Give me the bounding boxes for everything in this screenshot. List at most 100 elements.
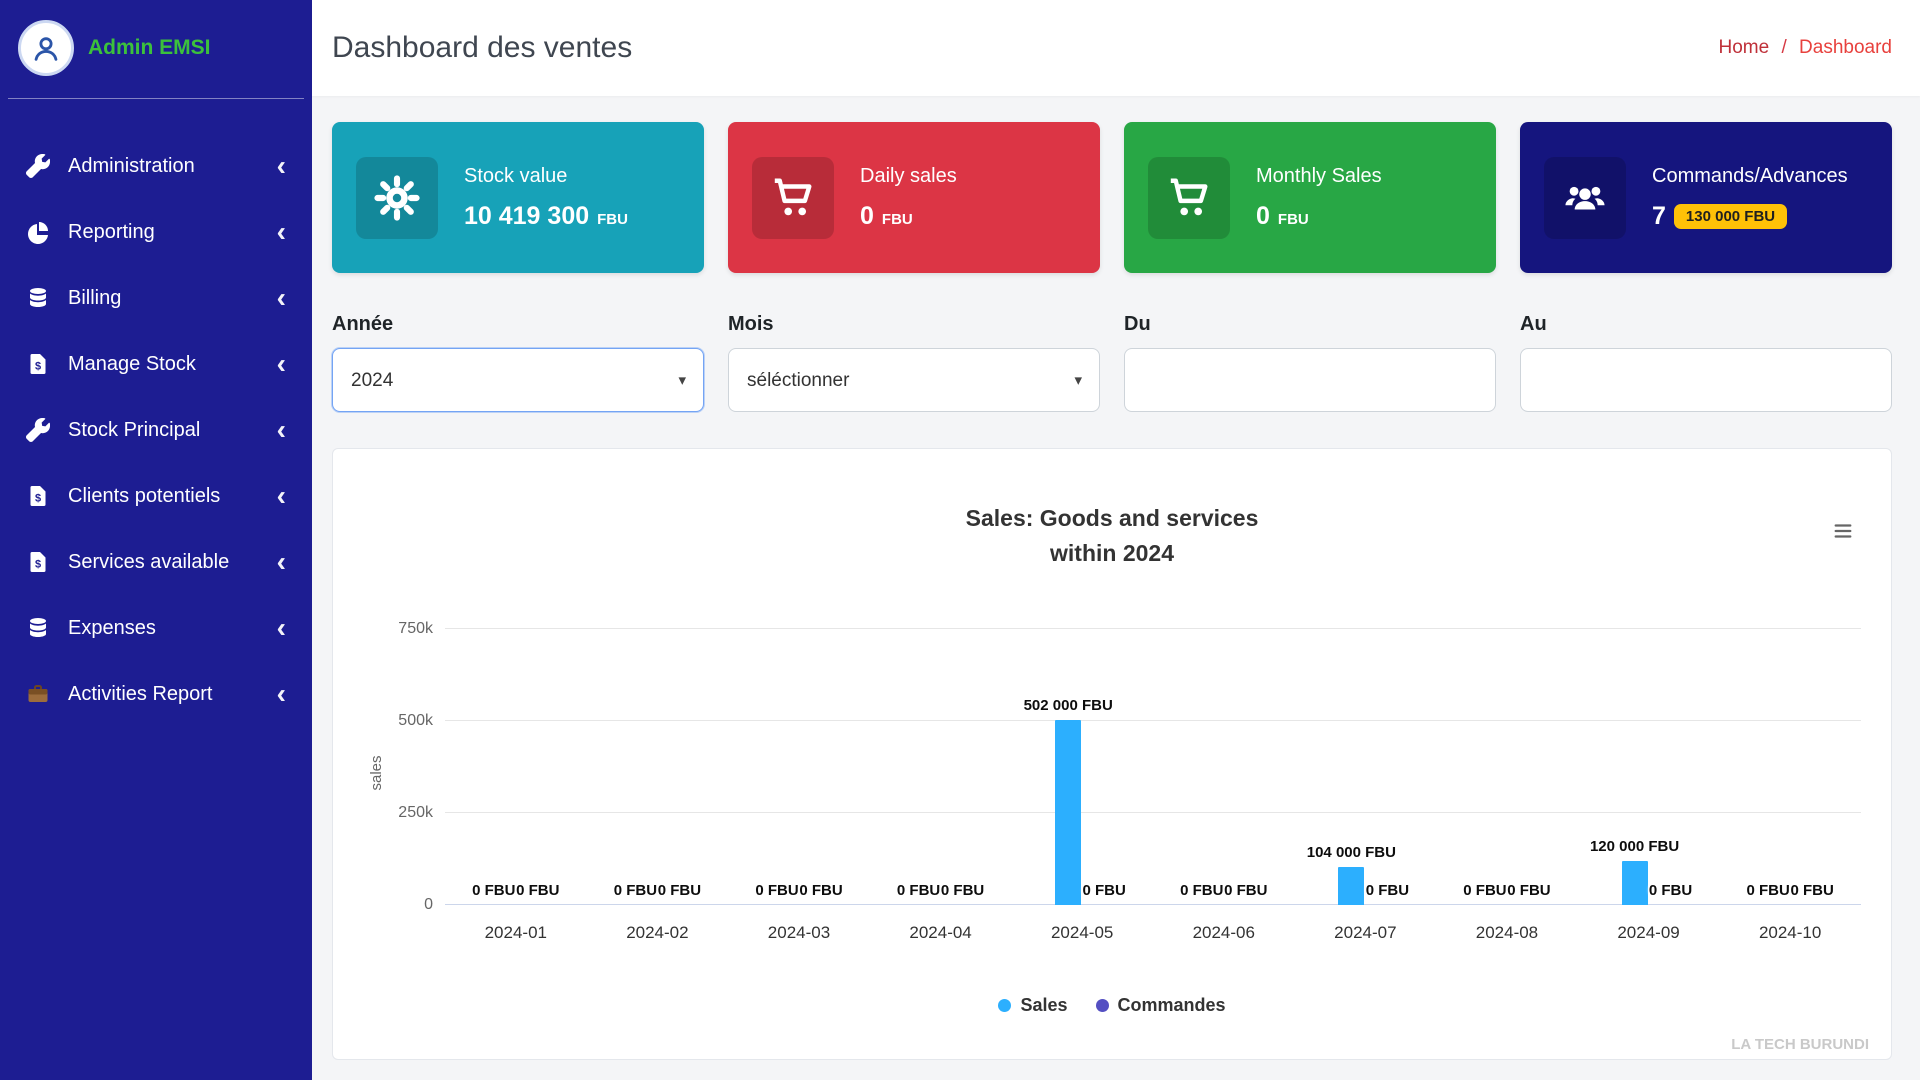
sales-bar[interactable]: [1622, 861, 1648, 905]
chevron-left-icon: ‹: [277, 548, 286, 576]
stat-cards-row: Stock value 10 419 300 FBU Daily sales 0…: [332, 122, 1892, 273]
commandes-data-label: 0 FBU: [1507, 882, 1550, 899]
annee-select-control[interactable]: 2024: [332, 348, 704, 412]
card-body: Commands/Advances 7 130 000 FBU: [1652, 165, 1848, 231]
tools-icon: [26, 418, 50, 442]
chart-column-2024-07: 104 000 FBU0 FBU: [1295, 629, 1437, 905]
sidebar-item-expenses[interactable]: Expenses ‹: [0, 595, 312, 661]
au-date-input[interactable]: [1520, 348, 1892, 412]
card-body: Monthly Sales 0 FBU: [1256, 165, 1382, 231]
avatar: [18, 20, 74, 76]
x-axis-label: 2024-05: [1011, 923, 1153, 943]
sales-bar[interactable]: [1055, 720, 1081, 905]
card-title: Daily sales: [860, 165, 957, 188]
chevron-left-icon: ‹: [277, 218, 286, 246]
sidebar-item-clients-potentiels[interactable]: Clients potentiels ‹: [0, 463, 312, 529]
card-unit: FBU: [597, 211, 628, 228]
x-axis-label: 2024-02: [587, 923, 729, 943]
chart-context-menu-button[interactable]: [1829, 519, 1857, 545]
chart-column-2024-06: 0 FBU0 FBU: [1153, 629, 1295, 905]
chart-legend: Sales Commandes: [363, 995, 1861, 1016]
sidebar: Admin EMSI Administration ‹ Reporting ‹ …: [0, 0, 312, 1080]
breadcrumb-home-link[interactable]: Home: [1719, 37, 1770, 58]
sidebar-item-label: Expenses: [68, 617, 156, 640]
sidebar-item-reporting[interactable]: Reporting ‹: [0, 199, 312, 265]
status-badge: 130 000 FBU: [1674, 204, 1787, 229]
commandes-data-label: 0 FBU: [1083, 882, 1126, 899]
stat-card-stock-value: Stock value 10 419 300 FBU: [332, 122, 704, 273]
card-title: Commands/Advances: [1652, 165, 1848, 188]
chart-plot: 0 FBU0 FBU0 FBU0 FBU0 FBU0 FBU0 FBU0 FBU…: [445, 629, 1861, 905]
database-icon: [26, 616, 50, 640]
legend-marker: [1096, 999, 1109, 1012]
chart-column-2024-02: 0 FBU0 FBU: [587, 629, 729, 905]
filters-row: Année 2024 ▾ Mois séléctionner ▾: [332, 313, 1892, 412]
chart-pie-icon: [26, 220, 50, 244]
stat-card-daily-sales: Daily sales 0 FBU: [728, 122, 1100, 273]
chevron-left-icon: ‹: [277, 152, 286, 180]
x-axis-label: 2024-10: [1719, 923, 1861, 943]
card-unit: FBU: [882, 211, 913, 228]
legend-item-sales[interactable]: Sales: [998, 995, 1067, 1016]
gear-icon: [356, 157, 438, 239]
chevron-left-icon: ‹: [277, 680, 286, 708]
file-invoice-dollar-icon: [26, 484, 50, 508]
legend-marker: [998, 999, 1011, 1012]
legend-label: Sales: [1020, 995, 1067, 1016]
user-profile[interactable]: Admin EMSI: [0, 0, 312, 96]
chart-column-2024-01: 0 FBU0 FBU: [445, 629, 587, 905]
sales-data-label: 120 000 FBU: [1590, 838, 1679, 855]
mois-select-control[interactable]: séléctionner: [728, 348, 1100, 412]
commandes-data-label: 0 FBU: [658, 882, 701, 899]
commandes-data-label: 0 FBU: [516, 882, 559, 899]
sales-data-label: 0 FBU: [614, 882, 657, 899]
card-body: Stock value 10 419 300 FBU: [464, 165, 628, 231]
chart-column-2024-09: 120 000 FBU0 FBU: [1578, 629, 1720, 905]
y-axis-title: sales: [368, 756, 385, 791]
sales-data-label: 104 000 FBU: [1307, 844, 1396, 861]
chevron-left-icon: ‹: [277, 284, 286, 312]
filter-annee: Année 2024 ▾: [332, 313, 704, 412]
x-axis-label: 2024-01: [445, 923, 587, 943]
card-value: 10 419 300: [464, 202, 589, 231]
file-invoice-dollar-icon: [26, 550, 50, 574]
sales-bar[interactable]: [1338, 867, 1364, 905]
sidebar-item-label: Billing: [68, 287, 121, 310]
sidebar-item-label: Activities Report: [68, 683, 213, 706]
sidebar-item-label: Manage Stock: [68, 353, 196, 376]
chart-column-2024-08: 0 FBU0 FBU: [1436, 629, 1578, 905]
filter-au: Au: [1520, 313, 1892, 412]
sidebar-item-activities-report[interactable]: Activities Report ‹: [0, 661, 312, 727]
sidebar-item-manage-stock[interactable]: Manage Stock ‹: [0, 331, 312, 397]
sales-data-label: 0 FBU: [1463, 882, 1506, 899]
card-title: Stock value: [464, 165, 628, 188]
sidebar-item-stock-principal[interactable]: Stock Principal ‹: [0, 397, 312, 463]
admin-username: Admin EMSI: [88, 36, 211, 60]
chart-title: Sales: Goods and services: [363, 505, 1861, 532]
sidebar-item-administration[interactable]: Administration ‹: [0, 133, 312, 199]
sidebar-item-services-available[interactable]: Services available ‹: [0, 529, 312, 595]
page-header: Dashboard des ventes Home / Dashboard: [312, 0, 1920, 96]
du-date-input[interactable]: [1124, 348, 1496, 412]
x-axis-label: 2024-04: [870, 923, 1012, 943]
mois-label: Mois: [728, 313, 1100, 336]
legend-item-commandes[interactable]: Commandes: [1096, 995, 1226, 1016]
sales-data-label: 0 FBU: [897, 882, 940, 899]
sidebar-item-billing[interactable]: Billing ‹: [0, 265, 312, 331]
chart-subtitle: within 2024: [363, 540, 1861, 567]
breadcrumb: Home / Dashboard: [1719, 37, 1892, 59]
y-tick-label: 750k: [398, 620, 433, 638]
chevron-left-icon: ‹: [277, 482, 286, 510]
chart-column-2024-05: 502 000 FBU0 FBU: [1011, 629, 1153, 905]
filter-du: Du: [1124, 313, 1496, 412]
app-root: Admin EMSI Administration ‹ Reporting ‹ …: [0, 0, 1920, 1080]
chart-column-2024-10: 0 FBU0 FBU: [1719, 629, 1861, 905]
y-tick-label: 250k: [398, 804, 433, 822]
x-axis-label: 2024-09: [1578, 923, 1720, 943]
sidebar-item-label: Administration: [68, 155, 195, 178]
card-value: 0: [1256, 202, 1270, 231]
sales-chart-card: Sales: Goods and services within 2024 sa…: [332, 448, 1892, 1060]
du-label: Du: [1124, 313, 1496, 336]
card-value: 7: [1652, 202, 1666, 231]
sales-data-label: 0 FBU: [755, 882, 798, 899]
